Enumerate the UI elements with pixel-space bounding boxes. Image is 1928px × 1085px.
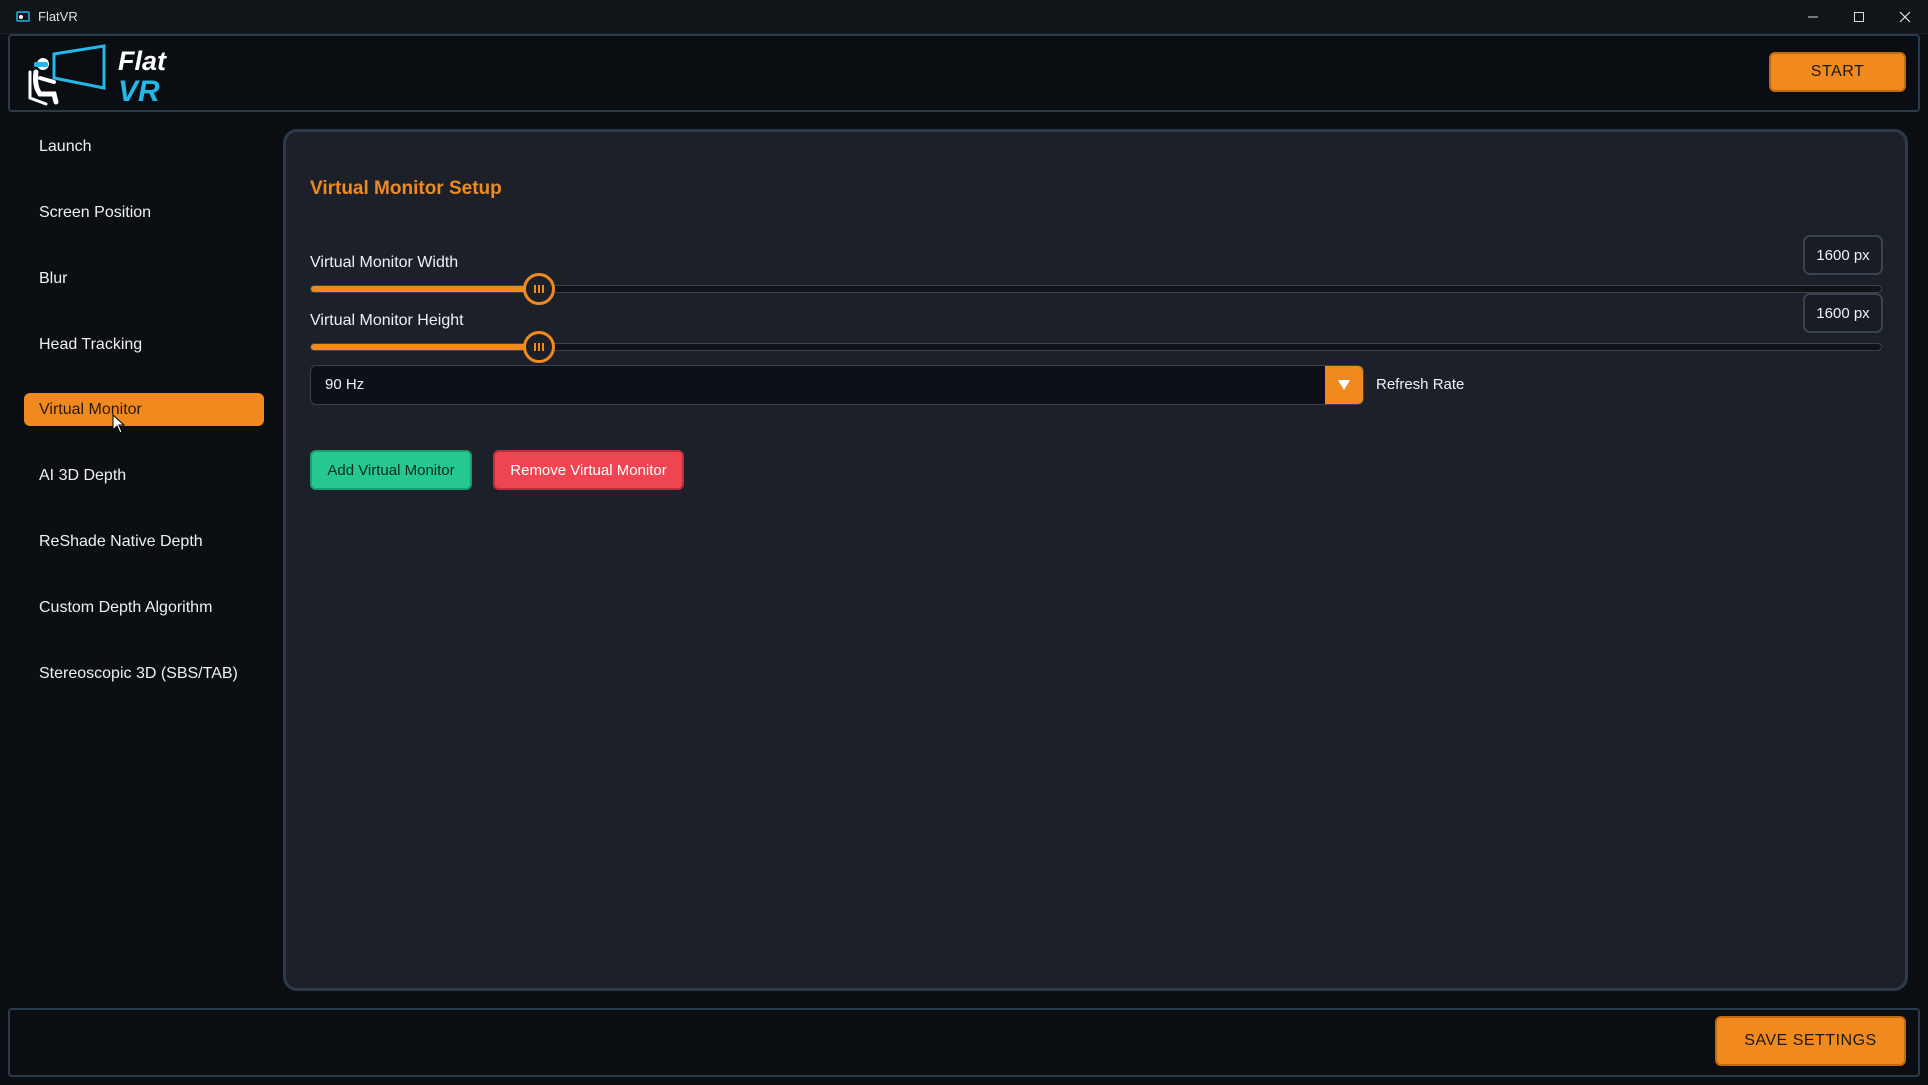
width-slider-fill <box>311 286 539 292</box>
sidebar-item-screen-position[interactable]: Screen Position <box>24 196 264 229</box>
height-value-box[interactable]: 1600 px <box>1803 293 1883 333</box>
sidebar-item-reshade-native-depth[interactable]: ReShade Native Depth <box>24 525 264 558</box>
minimize-icon <box>1808 16 1818 18</box>
add-virtual-monitor-button[interactable]: Add Virtual Monitor <box>310 450 472 490</box>
refresh-rate-select[interactable]: 90 Hz <box>310 365 1364 405</box>
minimize-button[interactable] <box>1790 0 1836 34</box>
height-slider-track[interactable] <box>310 331 1882 363</box>
height-slider-thumb[interactable] <box>523 331 555 363</box>
remove-virtual-monitor-button[interactable]: Remove Virtual Monitor <box>493 450 684 490</box>
height-slider-label: Virtual Monitor Height <box>310 312 464 329</box>
sidebar-item-ai-3d-depth[interactable]: AI 3D Depth <box>24 459 264 492</box>
logo-text-vr: VR <box>118 75 160 108</box>
sidebar-item-custom-depth-algorithm[interactable]: Custom Depth Algorithm <box>24 591 264 624</box>
section-title: Virtual Monitor Setup <box>310 178 502 199</box>
sidebar-item-launch[interactable]: Launch <box>24 130 264 163</box>
virtual-monitor-panel: Virtual Monitor Setup Virtual Monitor Wi… <box>283 129 1908 991</box>
app-icon <box>16 10 30 22</box>
refresh-rate-value: 90 Hz <box>325 376 365 393</box>
close-icon <box>1899 11 1911 23</box>
vr-gamer-logo-icon <box>28 44 106 106</box>
logo-text-flat: Flat <box>118 46 167 76</box>
app-footer: SAVE SETTINGS <box>8 1008 1920 1077</box>
mouse-cursor-icon <box>112 414 126 434</box>
maximize-button[interactable] <box>1836 0 1882 34</box>
sidebar-item-stereoscopic-3d[interactable]: Stereoscopic 3D (SBS/TAB) <box>24 657 264 690</box>
app-logo: Flat VR <box>26 42 186 108</box>
triangle-down-icon <box>1338 380 1350 390</box>
width-value-box[interactable]: 1600 px <box>1803 235 1883 275</box>
dropdown-arrow-button[interactable] <box>1325 366 1363 404</box>
sidebar-item-blur[interactable]: Blur <box>24 262 264 295</box>
save-settings-button[interactable]: SAVE SETTINGS <box>1715 1016 1906 1066</box>
app-header: Flat VR START <box>8 34 1920 112</box>
maximize-icon <box>1854 12 1864 22</box>
sidebar-item-virtual-monitor[interactable]: Virtual Monitor <box>24 393 264 426</box>
sidebar-nav: Launch Screen Position Blur Head Trackin… <box>8 116 274 1006</box>
height-slider-fill <box>311 344 539 350</box>
sidebar-item-head-tracking[interactable]: Head Tracking <box>24 328 264 361</box>
refresh-rate-label: Refresh Rate <box>1376 376 1465 393</box>
window-title: FlatVR <box>38 9 78 24</box>
close-button[interactable] <box>1882 0 1928 34</box>
grip-icon <box>534 343 544 351</box>
width-slider-label: Virtual Monitor Width <box>310 254 459 271</box>
grip-icon <box>534 285 544 293</box>
title-bar: FlatVR <box>0 0 1928 34</box>
width-slider-track[interactable] <box>310 273 1882 305</box>
width-slider-thumb[interactable] <box>523 273 555 305</box>
start-button[interactable]: START <box>1769 52 1906 92</box>
